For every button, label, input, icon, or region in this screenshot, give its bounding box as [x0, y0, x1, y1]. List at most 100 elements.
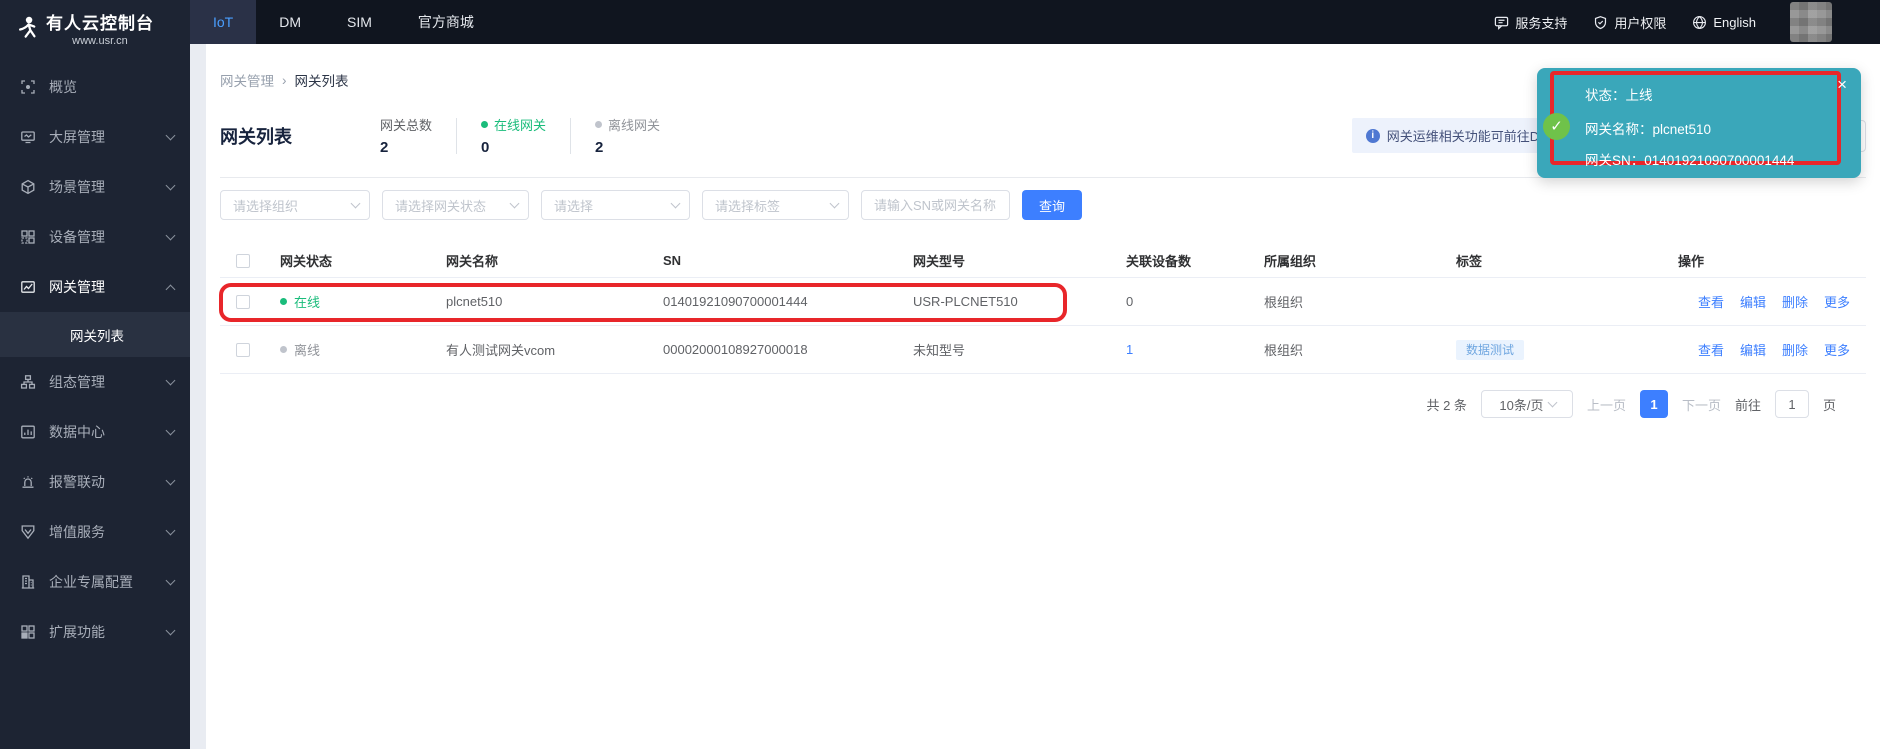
sidebar-item-config-mgmt[interactable]: 组态管理: [0, 357, 190, 407]
tab-sim[interactable]: SIM: [324, 0, 395, 44]
sidebar-subitem-gateway-list[interactable]: 网关列表: [0, 312, 190, 357]
shield-icon: [1593, 15, 1608, 30]
sidebar-item-label: 企业专属配置: [49, 572, 167, 592]
gateway-icon: [20, 279, 36, 295]
col-sn: SN: [663, 253, 913, 268]
page-number-1[interactable]: 1: [1640, 390, 1668, 418]
stat-online-gateways: 在线网关 0: [481, 115, 546, 156]
tag-select[interactable]: 请选择标签: [702, 190, 849, 220]
col-gateway-status: 网关状态: [280, 251, 446, 270]
breadcrumb-parent[interactable]: 网关管理: [220, 70, 274, 90]
language-switch-link[interactable]: English: [1692, 15, 1756, 30]
gateway-status-select[interactable]: 请选择网关状态: [382, 190, 529, 220]
sidebar-item-label: 扩展功能: [49, 622, 167, 642]
stat-label: 网关总数: [380, 115, 432, 134]
tab-iot[interactable]: IoT: [190, 0, 256, 44]
row-checkbox[interactable]: [236, 343, 250, 357]
sidebar-item-alarm-linkage[interactable]: 报警联动: [0, 457, 190, 507]
more-link[interactable]: 更多: [1824, 340, 1850, 359]
view-link[interactable]: 查看: [1698, 340, 1724, 359]
close-icon[interactable]: ×: [1837, 76, 1847, 93]
page-size-select[interactable]: 10条/页: [1481, 390, 1573, 418]
query-button[interactable]: 查询: [1022, 190, 1082, 220]
chevron-down-icon: [166, 576, 176, 586]
chevron-down-icon: [671, 199, 681, 209]
row-checkbox[interactable]: [236, 295, 250, 309]
brand-subtitle: www.usr.cn: [46, 35, 154, 47]
extension-icon: [20, 624, 36, 640]
col-gateway-name: 网关名称: [446, 251, 663, 270]
tab-label: IoT: [213, 14, 233, 30]
divider: [570, 118, 571, 154]
chevron-down-icon: [166, 231, 176, 241]
tag-badge: 数据测试: [1456, 340, 1524, 360]
sidebar-item-extensions[interactable]: 扩展功能: [0, 607, 190, 657]
tab-label: DM: [279, 14, 301, 30]
sidebar-item-screen-mgmt[interactable]: 大屏管理: [0, 112, 190, 162]
more-link[interactable]: 更多: [1824, 292, 1850, 311]
datacenter-icon: [20, 424, 36, 440]
chevron-down-icon: [166, 181, 176, 191]
linked-devices-count: 0: [1126, 294, 1264, 309]
avatar[interactable]: [1790, 2, 1832, 42]
table-row: 离线 有人测试网关vcom 00002000108927000018 未知型号 …: [220, 326, 1866, 374]
stat-value: 2: [380, 139, 432, 156]
online-dot-icon: [280, 298, 287, 305]
next-page-button[interactable]: 下一页: [1682, 395, 1721, 414]
sidebar-item-value-added-services[interactable]: 增值服务: [0, 507, 190, 557]
chat-icon: [1494, 15, 1509, 30]
status-badge: 离线: [280, 340, 446, 359]
stat-value: 0: [481, 139, 546, 156]
row-actions: 查看 编辑 删除 更多: [1678, 292, 1866, 311]
sidebar-item-overview[interactable]: 概览: [0, 62, 190, 112]
view-link[interactable]: 查看: [1698, 292, 1724, 311]
breadcrumb-current: 网关列表: [295, 70, 349, 90]
gateway-table: 网关状态 网关名称 SN 网关型号 关联设备数 所属组织 标签 操作 在线 pl…: [220, 244, 1866, 374]
model-select[interactable]: 请选择: [541, 190, 690, 220]
user-permissions-link[interactable]: 用户权限: [1593, 13, 1666, 32]
stat-value: 2: [595, 139, 660, 156]
sidebar-item-device-mgmt[interactable]: 设备管理: [0, 212, 190, 262]
nav-link-label: 服务支持: [1515, 13, 1567, 32]
delete-link[interactable]: 删除: [1782, 292, 1808, 311]
edit-link[interactable]: 编辑: [1740, 340, 1766, 359]
sidebar-item-scene-mgmt[interactable]: 场景管理: [0, 162, 190, 212]
goto-page-input[interactable]: [1775, 390, 1809, 418]
goto-label: 前往: [1735, 395, 1761, 414]
gateway-model: USR-PLCNET510: [913, 294, 1126, 309]
toast-sn-line: 网关SN：01401921090700001444: [1585, 149, 1794, 169]
brand-logo[interactable]: 有人云控制台 www.usr.cn: [0, 0, 190, 56]
chevron-down-icon: [166, 131, 176, 141]
screen-icon: [20, 129, 36, 145]
delete-link[interactable]: 删除: [1782, 340, 1808, 359]
offline-dot-icon: [595, 121, 602, 128]
total-count: 共 2 条: [1426, 395, 1466, 414]
gateway-online-toast: ✓ 状态：上线 网关名称：plcnet510 网关SN：014019210907…: [1537, 68, 1861, 178]
chevron-down-icon: [166, 426, 176, 436]
chevron-down-icon: [510, 199, 520, 209]
sidebar-item-data-center[interactable]: 数据中心: [0, 407, 190, 457]
tab-dm[interactable]: DM: [256, 0, 324, 44]
table-row: 在线 plcnet510 01401921090700001444 USR-PL…: [220, 278, 1866, 326]
col-linked-devices: 关联设备数: [1126, 251, 1264, 270]
chevron-up-icon: [166, 284, 176, 294]
tab-label: 官方商城: [418, 12, 474, 32]
toast-status-line: 状态：上线: [1585, 84, 1653, 104]
prev-page-button[interactable]: 上一页: [1587, 395, 1626, 414]
tab-official-store[interactable]: 官方商城: [395, 0, 497, 44]
select-all-checkbox[interactable]: [236, 254, 250, 268]
col-gateway-model: 网关型号: [913, 251, 1126, 270]
linked-devices-count[interactable]: 1: [1126, 342, 1264, 357]
nav-link-label: 用户权限: [1614, 13, 1666, 32]
stat-label: 离线网关: [595, 115, 660, 134]
divider: [456, 118, 457, 154]
service-support-link[interactable]: 服务支持: [1494, 13, 1567, 32]
sidebar-item-gateway-mgmt[interactable]: 网关管理: [0, 262, 190, 312]
sn-or-name-search-input[interactable]: [861, 190, 1010, 220]
sidebar-item-enterprise-config[interactable]: 企业专属配置: [0, 557, 190, 607]
table-header: 网关状态 网关名称 SN 网关型号 关联设备数 所属组织 标签 操作: [220, 244, 1866, 278]
edit-link[interactable]: 编辑: [1740, 292, 1766, 311]
chevron-down-icon: [830, 199, 840, 209]
org-select[interactable]: 请选择组织: [220, 190, 370, 220]
device-icon: [20, 229, 36, 245]
